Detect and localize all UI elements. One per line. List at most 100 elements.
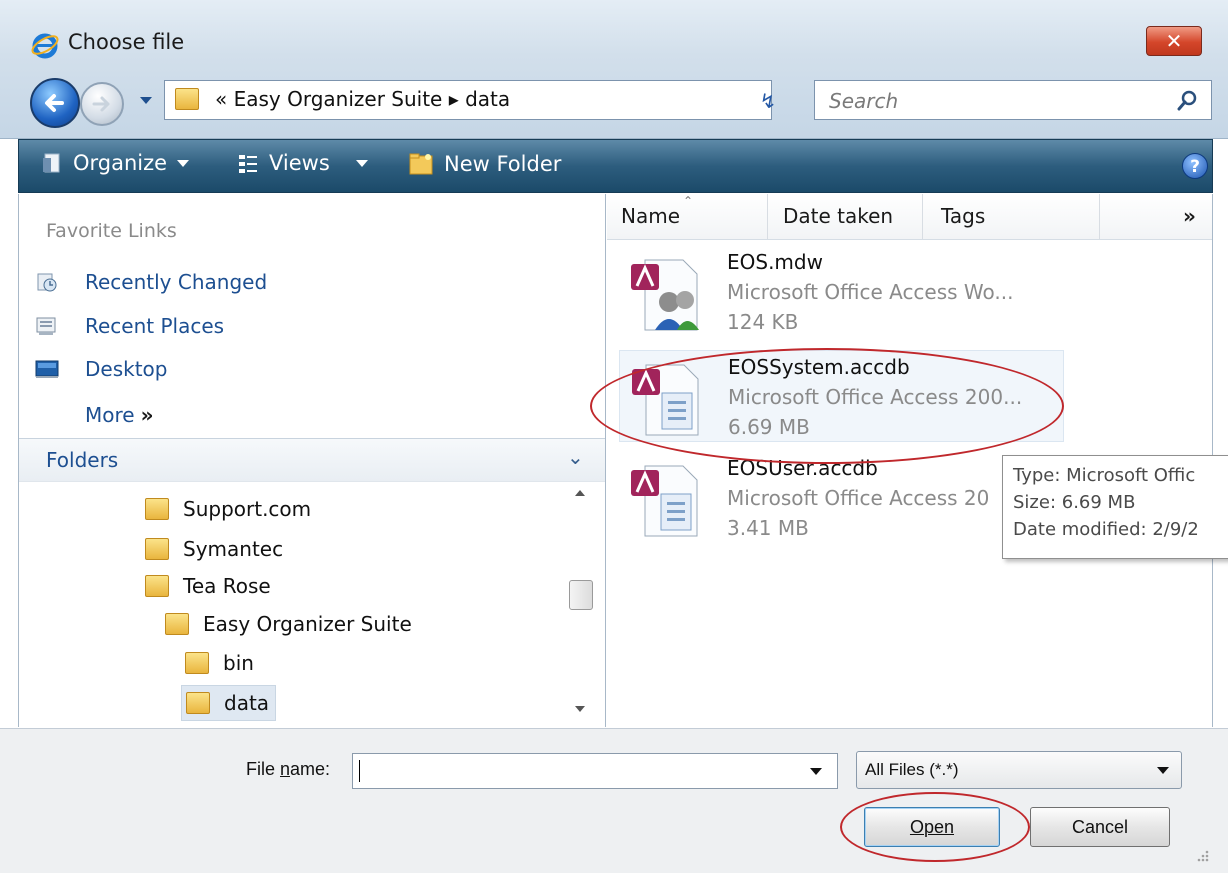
tooltip-size: Size: 6.69 MB	[1013, 492, 1136, 513]
folder-tree-label: Support.com	[183, 497, 312, 521]
file-name-label-accelerator: n	[280, 759, 291, 779]
file-name: EOSSystem.accdb	[728, 355, 910, 379]
chevron-down-icon[interactable]	[1157, 767, 1169, 774]
folder-tree-scrollbar[interactable]	[565, 484, 597, 720]
chevron-down-icon[interactable]	[810, 768, 822, 775]
views-menu[interactable]: Views	[237, 151, 368, 175]
folder-tree-item-selected[interactable]: data	[181, 685, 277, 721]
file-item[interactable]: EOS.mdw Microsoft Office Access Wo... 12…	[619, 246, 1064, 338]
scroll-thumb[interactable]	[569, 580, 593, 610]
folder-tree-item[interactable]: Symantec	[145, 537, 283, 561]
choose-file-dialog: Choose file ✕ « Easy Organizer Suite ▸ d…	[0, 0, 1228, 873]
search-box[interactable]: Search	[814, 80, 1212, 120]
window-title: Choose file	[68, 30, 185, 54]
folder-tree-item[interactable]: Support.com	[145, 497, 311, 521]
new-folder-button[interactable]: New Folder	[408, 151, 561, 177]
access-workgroup-icon	[631, 259, 699, 331]
arrow-right-icon	[92, 96, 110, 112]
tooltip-modified: Date modified: 2/9/2	[1013, 519, 1199, 540]
folder-icon	[185, 652, 209, 674]
file-name: EOS.mdw	[727, 250, 823, 274]
file-type: Microsoft Office Access Wo...	[727, 280, 1014, 304]
column-header-row: ⌃ Name Date taken Tags »	[607, 194, 1212, 240]
recent-pages-dropdown[interactable]	[140, 97, 152, 104]
favorite-link-label: Recent Places	[85, 314, 225, 338]
back-button[interactable]	[30, 78, 80, 128]
address-path[interactable]: « Easy Organizer Suite ▸ data	[215, 87, 510, 111]
folder-tree-item[interactable]: Tea Rose	[145, 574, 271, 598]
views-label: Views	[269, 151, 330, 175]
scroll-up-icon[interactable]	[575, 490, 585, 496]
command-toolbar: Organize Views New Folder ?	[18, 139, 1213, 193]
recent-places-icon	[36, 317, 56, 335]
organize-icon	[43, 153, 60, 173]
internet-explorer-icon	[31, 33, 59, 59]
column-divider[interactable]	[1099, 194, 1100, 239]
close-icon: ✕	[1165, 29, 1183, 53]
folder-icon	[145, 498, 169, 520]
tooltip-type: Type: Microsoft Offic	[1013, 465, 1196, 486]
organize-menu[interactable]: Organize	[41, 151, 190, 175]
chevron-down-icon	[355, 159, 368, 167]
folder-icon	[175, 88, 199, 110]
help-icon: ?	[1190, 157, 1200, 177]
new-folder-icon	[409, 153, 433, 175]
favorite-link-recently-changed[interactable]: Recently Changed	[35, 270, 267, 294]
more-links[interactable]: More»	[85, 403, 154, 427]
favorite-link-recent-places[interactable]: Recent Places	[35, 314, 224, 338]
file-name-label-text: ame:	[290, 759, 331, 779]
folder-tree-label: Easy Organizer Suite	[203, 612, 412, 636]
recently-changed-icon	[37, 273, 57, 292]
file-name-field[interactable]	[352, 753, 838, 789]
scroll-down-icon[interactable]	[575, 706, 585, 712]
cancel-button[interactable]: Cancel	[1030, 807, 1170, 847]
file-name: EOSUser.accdb	[727, 456, 878, 480]
folder-tree-item[interactable]: bin	[185, 651, 254, 675]
folders-label: Folders	[46, 448, 119, 472]
file-type-filter[interactable]: All Files (*.*)	[856, 751, 1182, 789]
more-label: More	[85, 403, 135, 427]
file-type: Microsoft Office Access 200...	[728, 385, 1023, 409]
file-size: 6.69 MB	[728, 415, 810, 439]
text-cursor	[359, 760, 360, 782]
folder-tree-item[interactable]: Easy Organizer Suite	[165, 612, 412, 636]
more-columns-icon[interactable]: »	[1183, 204, 1196, 228]
file-name-label: File name:	[246, 759, 330, 780]
close-button[interactable]: ✕	[1146, 26, 1202, 56]
file-item[interactable]: EOSUser.accdb Microsoft Office Access 20…	[619, 452, 1064, 544]
address-bar[interactable]: « Easy Organizer Suite ▸ data	[164, 80, 903, 120]
file-size: 124 KB	[727, 310, 799, 334]
desktop-icon	[35, 360, 59, 378]
arrow-left-icon	[45, 94, 64, 112]
forward-button[interactable]	[80, 82, 124, 126]
open-button[interactable]: Open	[864, 807, 1000, 847]
views-icon	[239, 155, 257, 173]
chevron-down-icon[interactable]: ⌄	[567, 445, 584, 469]
column-tags[interactable]: Tags	[941, 204, 985, 228]
open-button-label: Open	[909, 816, 955, 837]
column-divider[interactable]	[922, 194, 923, 239]
refresh-button[interactable]: ↯	[748, 86, 788, 116]
column-name[interactable]: Name	[621, 204, 680, 228]
folder-icon	[165, 613, 189, 635]
cancel-button-label: Cancel	[1071, 816, 1129, 837]
folder-icon	[145, 538, 169, 560]
search-input[interactable]: Search	[829, 89, 898, 113]
access-database-icon	[632, 364, 699, 436]
file-tooltip: Type: Microsoft Offic Size: 6.69 MB Date…	[1002, 455, 1228, 559]
search-icon[interactable]	[1177, 89, 1199, 111]
help-button[interactable]: ?	[1182, 153, 1208, 179]
file-item-hovered[interactable]: EOSSystem.accdb Microsoft Office Access …	[619, 350, 1064, 442]
favorite-link-label: Recently Changed	[85, 270, 268, 294]
refresh-icon: ↯	[759, 89, 777, 113]
folder-icon	[145, 575, 169, 597]
resize-grip-icon[interactable]	[1194, 847, 1210, 863]
column-date-taken[interactable]: Date taken	[783, 204, 893, 228]
folders-header[interactable]: Folders ⌄	[19, 438, 605, 482]
file-name-label-text: File	[246, 759, 281, 779]
organize-label: Organize	[73, 151, 168, 175]
column-divider[interactable]	[767, 194, 768, 239]
title-bar: Choose file ✕ « Easy Organizer Suite ▸ d…	[0, 0, 1228, 139]
favorite-link-desktop[interactable]: Desktop	[35, 357, 167, 381]
favorite-link-label: Desktop	[85, 357, 168, 381]
